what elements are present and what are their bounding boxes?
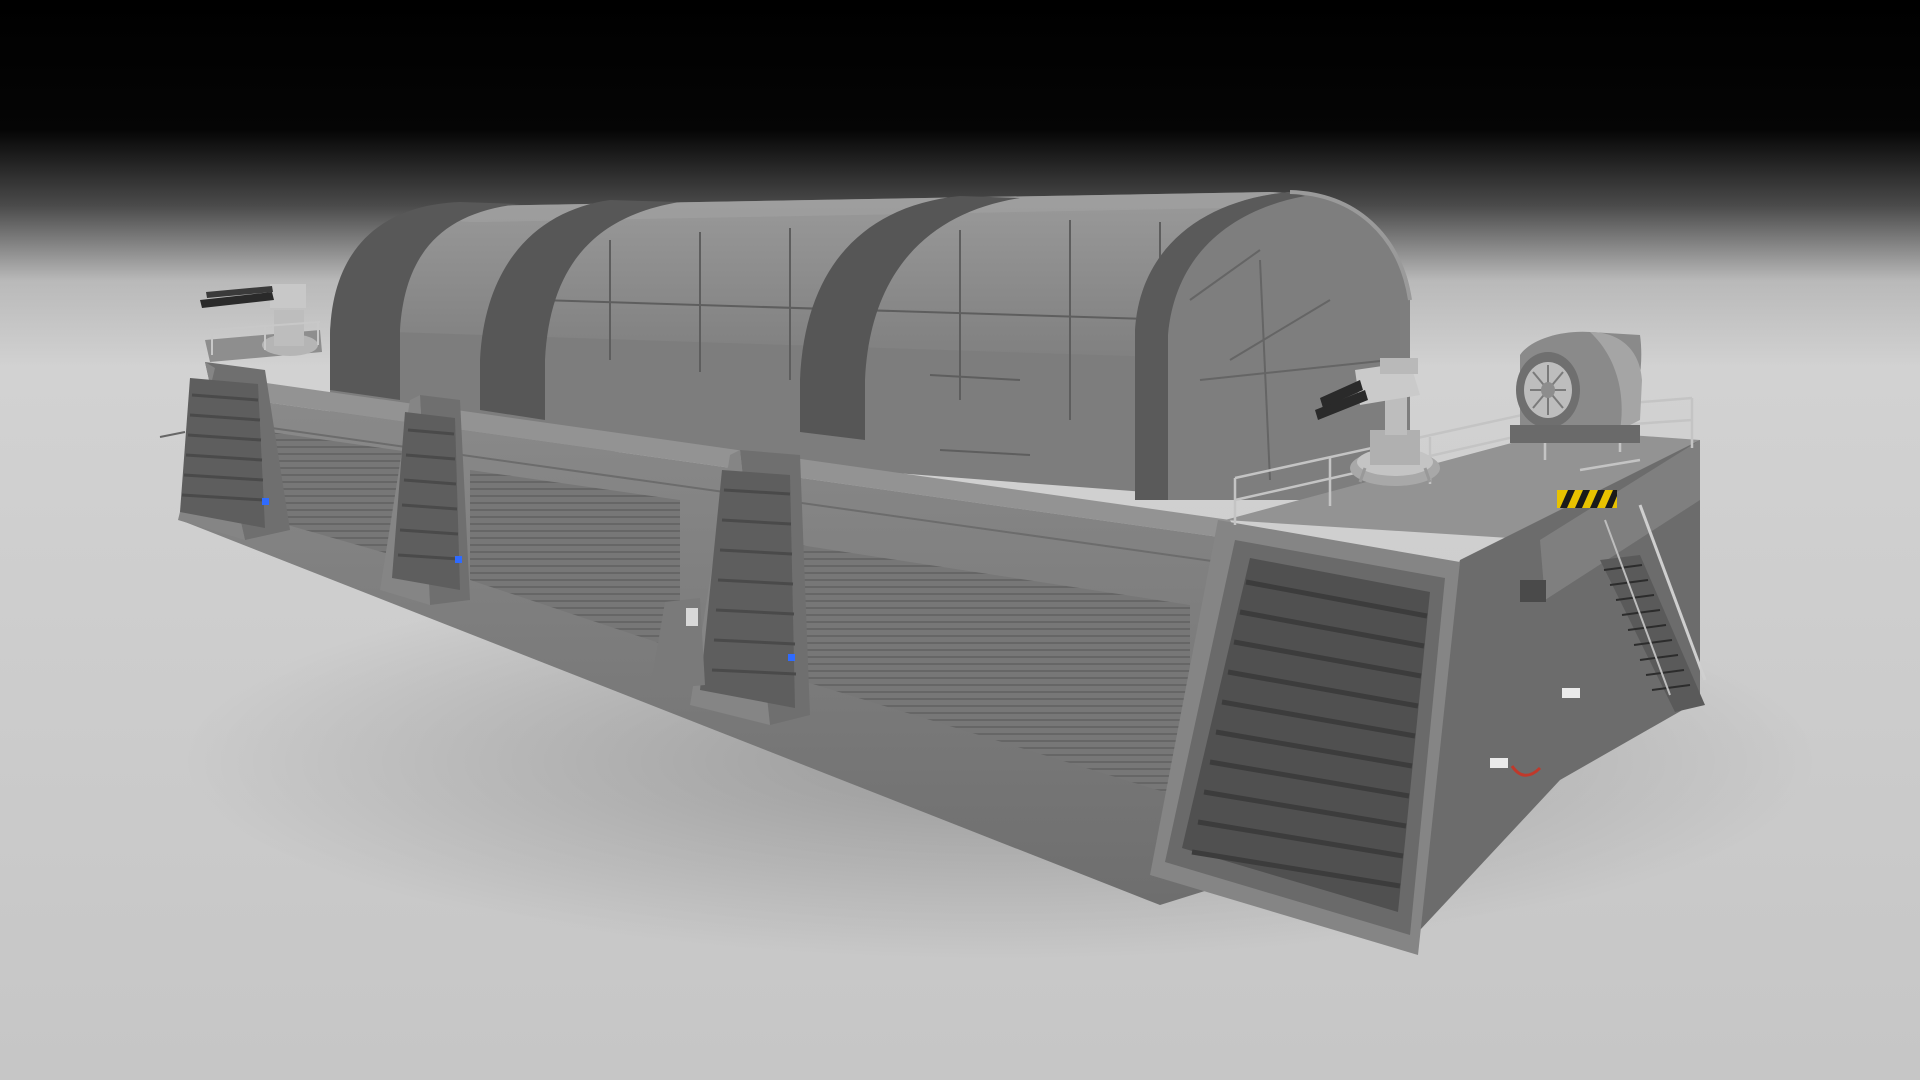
hazard-stripe-sign: [1557, 490, 1617, 508]
generator-unit: [1510, 331, 1642, 443]
indicator-light-1: [262, 498, 269, 505]
indicator-light-3: [788, 654, 795, 661]
wall-light-1: [1562, 688, 1580, 698]
indicator-light-2: [455, 556, 462, 563]
wall-light-2: [1490, 758, 1508, 768]
hangar-scene: [0, 0, 1920, 1080]
